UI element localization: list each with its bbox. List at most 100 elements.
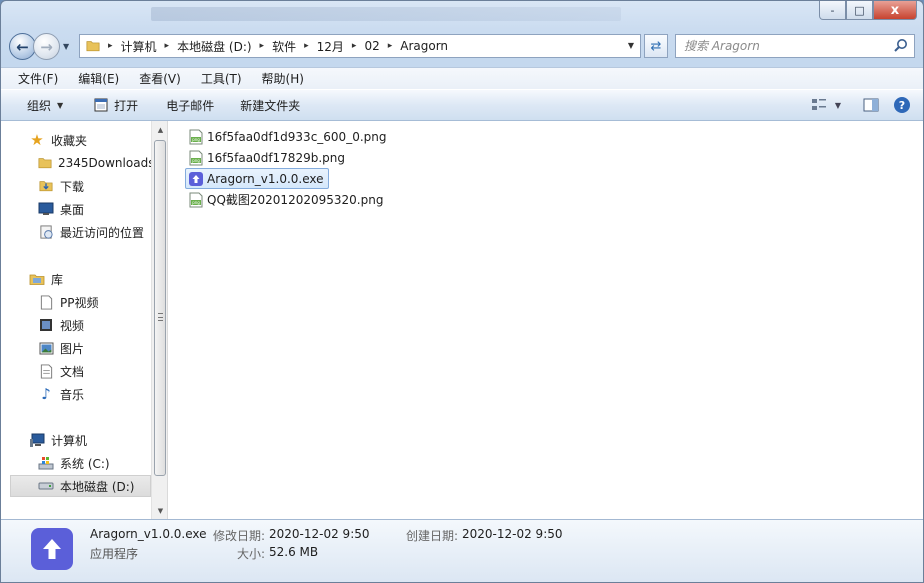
- close-button[interactable]: x: [873, 1, 917, 20]
- sidebar-item-videos[interactable]: 视频: [1, 314, 151, 336]
- sidebar-item-label: 下载: [60, 179, 85, 194]
- recent-places-icon: [38, 224, 54, 240]
- svg-text:?: ?: [899, 99, 905, 112]
- aragorn-app-icon: [31, 528, 73, 570]
- file-name: Aragorn_v1.0.0.exe: [207, 171, 324, 186]
- sidebar-item-recent-places[interactable]: 最近访问的位置: [1, 221, 151, 243]
- organize-button[interactable]: 组织 ▼: [1, 90, 75, 120]
- list-item[interactable]: png 16f5faa0df1d933c_600_0.png: [185, 126, 391, 147]
- sidebar-libraries[interactable]: 库: [1, 268, 151, 290]
- sidebar-item-label: 2345Downloads: [58, 156, 151, 170]
- sidebar-item-label: 桌面: [60, 202, 85, 217]
- search-input[interactable]: [684, 39, 892, 53]
- details-file-name: Aragorn_v1.0.0.exe: [90, 527, 207, 541]
- svg-text:png: png: [192, 158, 200, 163]
- list-item[interactable]: png QQ截图20201202095320.png: [185, 189, 388, 210]
- menu-view[interactable]: 查看(V): [129, 70, 191, 87]
- folder-icon: [86, 41, 100, 52]
- file-name: 16f5faa0df17829b.png: [207, 150, 345, 165]
- chevron-down-icon[interactable]: ▼: [835, 101, 841, 110]
- png-file-icon: png: [189, 192, 203, 207]
- sidebar-item-2345downloads[interactable]: 2345Downloads: [1, 152, 151, 174]
- breadcrumb-02[interactable]: 02: [364, 39, 379, 53]
- refresh-button[interactable]: ⇄: [644, 34, 668, 58]
- sidebar-item-music[interactable]: ♪ 音乐: [1, 383, 151, 405]
- email-label: 电子邮件: [166, 98, 215, 113]
- menu-help[interactable]: 帮助(H): [252, 70, 314, 87]
- window-controls: - □ x: [819, 1, 917, 20]
- sidebar-item-drive-c[interactable]: 系统 (C:): [1, 452, 151, 474]
- sidebar-favorites[interactable]: ★ 收藏夹: [1, 129, 151, 151]
- breadcrumb-separator-icon[interactable]: ▸: [165, 41, 170, 51]
- search-icon[interactable]: [892, 37, 910, 55]
- breadcrumb-separator-icon[interactable]: ▸: [304, 41, 309, 51]
- email-button[interactable]: 电子邮件: [150, 90, 226, 120]
- navigation-pane-scrollbar[interactable]: ▲ ▼: [151, 121, 168, 519]
- sidebar-item-downloads[interactable]: 下载: [1, 175, 151, 197]
- breadcrumb-separator-icon[interactable]: ▸: [388, 41, 393, 51]
- forward-button[interactable]: →: [33, 33, 60, 60]
- organize-label: 组织: [27, 98, 52, 113]
- minimize-button[interactable]: -: [819, 1, 846, 20]
- breadcrumb-december[interactable]: 12月: [317, 38, 344, 55]
- back-button[interactable]: ←: [9, 33, 36, 60]
- download-folder-icon: [38, 178, 54, 194]
- open-button[interactable]: 打开: [75, 90, 150, 120]
- breadcrumb-software[interactable]: 软件: [272, 38, 296, 55]
- sidebar-item-drive-d[interactable]: 本地磁盘 (D:): [10, 475, 151, 497]
- sidebar-item-label: PP视频: [60, 295, 99, 310]
- sidebar-item-documents[interactable]: 文档: [1, 360, 151, 382]
- menu-bar: 文件(F) 编辑(E) 查看(V) 工具(T) 帮助(H): [1, 67, 923, 89]
- menu-file[interactable]: 文件(F): [1, 70, 68, 87]
- explorer-window: - □ x ← → ▼ ▸ 计算机 ▸ 本地磁盘 (D:) ▸ 软件 ▸ 12月…: [0, 0, 924, 583]
- breadcrumb-computer[interactable]: 计算机: [121, 38, 157, 55]
- chevron-down-icon: ▼: [57, 100, 64, 110]
- preview-pane-icon: [863, 98, 879, 112]
- breadcrumb-separator-icon[interactable]: ▸: [352, 41, 357, 51]
- maximize-button[interactable]: □: [846, 1, 873, 20]
- breadcrumb-aragorn[interactable]: Aragorn: [400, 39, 448, 53]
- file-name: 16f5faa0df1d933c_600_0.png: [207, 129, 387, 144]
- breadcrumb-separator-icon[interactable]: ▸: [108, 41, 113, 51]
- details-modified-label: 修改日期:: [213, 529, 266, 543]
- sidebar-item-pp-video[interactable]: PP视频: [1, 291, 151, 313]
- new-folder-button[interactable]: 新建文件夹: [226, 90, 312, 120]
- open-label: 打开: [114, 98, 139, 113]
- view-controls: ▼ ?: [804, 90, 923, 120]
- breadcrumb-drive-d[interactable]: 本地磁盘 (D:): [177, 38, 251, 55]
- help-button[interactable]: ?: [886, 90, 923, 120]
- list-item-selected[interactable]: Aragorn_v1.0.0.exe: [185, 168, 329, 189]
- recent-pages-dropdown-icon[interactable]: ▼: [63, 42, 69, 51]
- document-icon: [38, 294, 54, 310]
- title-bar[interactable]: - □ x: [1, 1, 923, 29]
- refresh-icon: ⇄: [650, 38, 662, 54]
- view-grid-icon: [811, 99, 826, 110]
- sidebar-item-label: 图片: [60, 341, 85, 356]
- breadcrumb-separator-icon[interactable]: ▸: [260, 41, 265, 51]
- details-file-type: 应用程序: [90, 547, 139, 561]
- list-item[interactable]: png 16f5faa0df17829b.png: [185, 147, 350, 168]
- content-area: ★ 收藏夹 2345Downloads 下载 桌面 最近访问的位置 库 PP视频…: [1, 121, 923, 519]
- menu-tools[interactable]: 工具(T): [191, 70, 252, 87]
- sidebar-computer[interactable]: 计算机: [1, 429, 151, 451]
- menu-edit[interactable]: 编辑(E): [68, 70, 129, 87]
- sidebar-item-label: 本地磁盘 (D:): [60, 479, 135, 494]
- scroll-down-icon[interactable]: ▼: [152, 502, 169, 519]
- search-box[interactable]: [675, 34, 915, 58]
- scrollbar-thumb[interactable]: [154, 140, 166, 476]
- library-icon: [29, 271, 45, 287]
- details-size-value: 52.6 MB: [269, 545, 319, 559]
- address-history-dropdown-icon[interactable]: ▼: [628, 41, 634, 50]
- computer-icon: [29, 432, 45, 448]
- preview-pane-button[interactable]: [856, 90, 886, 120]
- navigation-pane[interactable]: ★ 收藏夹 2345Downloads 下载 桌面 最近访问的位置 库 PP视频…: [1, 121, 151, 519]
- address-bar[interactable]: ▸ 计算机 ▸ 本地磁盘 (D:) ▸ 软件 ▸ 12月 ▸ 02 ▸ Arag…: [79, 34, 641, 58]
- sidebar-item-pictures[interactable]: 图片: [1, 337, 151, 359]
- sidebar-item-desktop[interactable]: 桌面: [1, 198, 151, 220]
- hard-drive-icon: [38, 478, 54, 494]
- aragorn-app-icon: [189, 171, 203, 186]
- scroll-up-icon[interactable]: ▲: [152, 121, 169, 138]
- details-created-value: 2020-12-02 9:50: [462, 527, 563, 541]
- file-list[interactable]: png 16f5faa0df1d933c_600_0.png png 16f5f…: [168, 121, 923, 519]
- change-view-button[interactable]: ▼: [804, 90, 848, 120]
